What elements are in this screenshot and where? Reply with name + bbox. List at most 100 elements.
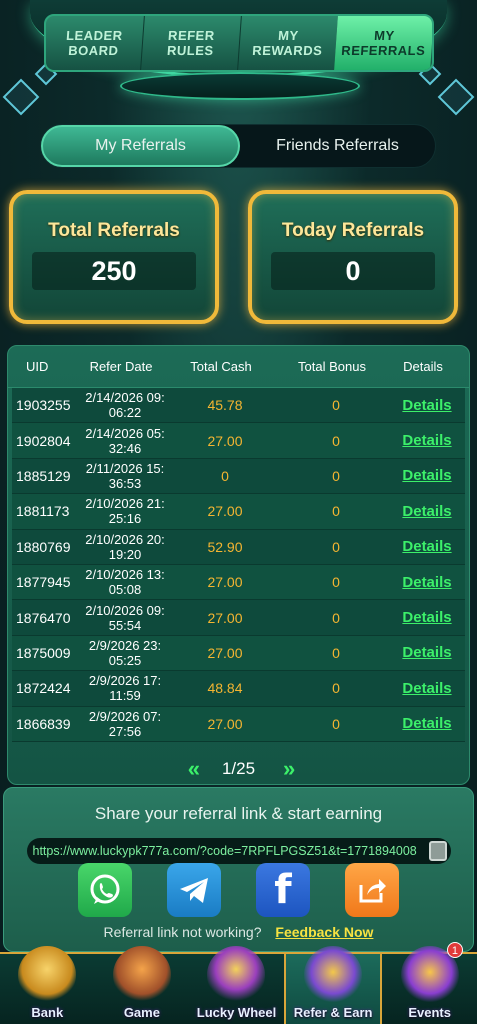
nav-game[interactable]: Game <box>95 946 190 1024</box>
share-external-icon <box>359 879 386 903</box>
row-total-bonus: 0 <box>332 467 340 484</box>
telegram-icon <box>180 878 208 903</box>
row-refer-date: 2/14/2026 05: 32:46 <box>85 425 165 456</box>
header-ring <box>120 72 360 100</box>
row-total-bonus: 0 <box>332 715 340 732</box>
row-total-bonus: 0 <box>332 609 340 626</box>
feedback-now-link[interactable]: Feedback Now <box>275 924 373 940</box>
table-row: 1881173 2/10/2026 21: 25:16 27.00 0 Details <box>12 494 465 530</box>
whatsapp-button[interactable] <box>78 863 132 917</box>
share-external-button[interactable] <box>345 863 399 917</box>
row-refer-date: 2/11/2026 15: 36:53 <box>85 460 165 491</box>
next-page-icon[interactable]: » <box>283 756 296 782</box>
row-total-cash: 27.00 <box>207 715 243 732</box>
row-details-link[interactable]: Details <box>392 503 462 520</box>
facebook-icon: f <box>274 867 292 913</box>
row-details-link[interactable]: Details <box>392 715 462 732</box>
total-referrals-title: Total Referrals <box>48 220 180 241</box>
nav-label-refer-earn: Refer & Earn <box>293 1005 373 1020</box>
copy-icon[interactable] <box>428 841 447 861</box>
today-referrals-title: Today Referrals <box>281 220 425 241</box>
row-total-cash: 27.00 <box>207 609 243 626</box>
row-details-link[interactable]: Details <box>392 609 462 626</box>
table-row: 1876470 2/10/2026 09: 55:54 27.00 0 Details <box>12 600 465 636</box>
row-total-cash: 48.84 <box>207 680 243 697</box>
top-tabs: LEADER BOARD REFER RULES MY REWARDS MY R… <box>44 14 434 72</box>
row-details-link[interactable]: Details <box>392 432 462 449</box>
row-total-bonus: 0 <box>332 680 340 697</box>
referrals-table-panel: UID Refer Date Total Cash Total Bonus De… <box>7 345 470 785</box>
tab-my-referrals[interactable]: MY REFERRALS <box>334 16 432 70</box>
nav-events[interactable]: 1 Events <box>382 942 477 1024</box>
today-referrals-card: Today Referrals 0 <box>248 190 458 324</box>
tab-my-rewards[interactable]: MY REWARDS <box>237 16 339 70</box>
refer-earn-icon <box>304 946 363 1004</box>
page-indicator: 1/25 <box>221 759 256 778</box>
row-refer-date: 2/10/2026 09: 55:54 <box>85 602 165 633</box>
row-refer-date: 2/10/2026 20: 19:20 <box>85 531 165 562</box>
row-total-bonus: 0 <box>332 503 340 520</box>
table-row: 1903255 2/14/2026 09: 06:22 45.78 0 Details <box>12 388 465 424</box>
referral-link-field[interactable]: https://www.luckypk777a.com/?code=7RPFLP… <box>26 838 451 864</box>
nav-refer-earn[interactable]: Refer & Earn <box>283 946 383 1024</box>
row-details-link[interactable]: Details <box>392 467 462 484</box>
my-referrals-button[interactable]: My Referrals <box>41 125 240 167</box>
nav-lucky-wheel[interactable]: Lucky Wheel <box>189 946 284 1024</box>
table-row: 1902804 2/14/2026 05: 32:46 27.00 0 Details <box>12 423 465 459</box>
header-details: Details <box>403 359 443 374</box>
row-details-link[interactable]: Details <box>392 397 462 414</box>
row-total-bonus: 0 <box>332 538 340 555</box>
slot-machine-icon <box>112 946 171 1004</box>
tab-leaderboard[interactable]: LEADER BOARD <box>46 16 145 70</box>
row-total-cash: 27.00 <box>207 503 243 520</box>
whatsapp-icon <box>90 874 120 904</box>
tab-refer-rules[interactable]: REFER RULES <box>140 16 242 70</box>
table-row: 1885129 2/11/2026 15: 36:53 0 0 Details <box>12 458 465 495</box>
facebook-button[interactable]: f <box>256 863 310 917</box>
row-total-cash: 27.00 <box>207 644 243 661</box>
row-details-link[interactable]: Details <box>392 680 462 697</box>
row-details-link[interactable]: Details <box>392 644 462 661</box>
row-uid: 1872424 <box>16 680 71 697</box>
row-total-cash: 27.00 <box>207 574 243 591</box>
table-row: 1875009 2/9/2026 23: 05:25 27.00 0 Details <box>12 635 465 672</box>
row-total-bonus: 0 <box>332 574 340 591</box>
nav-bank[interactable]: Bank <box>0 946 95 1024</box>
row-details-link[interactable]: Details <box>392 574 462 591</box>
row-refer-date: 2/10/2026 21: 25:16 <box>85 496 165 527</box>
total-referrals-card: Total Referrals 250 <box>9 190 219 324</box>
row-uid: 1902804 <box>16 432 71 449</box>
link-not-working-text: Referral link not working? <box>103 924 262 940</box>
row-total-cash: 52.90 <box>207 538 243 555</box>
prev-page-icon[interactable]: « <box>188 756 201 782</box>
row-details-link[interactable]: Details <box>392 538 462 555</box>
row-total-cash: 27.00 <box>207 432 243 449</box>
header-total-cash: Total Cash <box>190 359 252 374</box>
friends-referrals-button[interactable]: Friends Referrals <box>240 125 435 167</box>
row-total-cash: 45.78 <box>207 397 243 414</box>
bottom-nav: Bank Game Lucky Wheel Refer & Earn 1 Eve… <box>0 942 477 1024</box>
header-uid: UID <box>26 359 49 374</box>
feedback-line: Referral link not working? Feedback Now <box>4 924 473 940</box>
nav-label-lucky-wheel: Lucky Wheel <box>196 1005 277 1020</box>
table-row: 1877945 2/10/2026 13: 05:08 27.00 0 Details <box>12 564 465 601</box>
refer-earn-page: LEADER BOARD REFER RULES MY REWARDS MY R… <box>0 0 477 1024</box>
total-referrals-value: 250 <box>32 252 196 290</box>
row-total-cash: 0 <box>221 467 229 484</box>
header-total-bonus: Total Bonus <box>298 359 366 374</box>
nav-label-bank: Bank <box>31 1005 64 1020</box>
row-total-bonus: 0 <box>332 644 340 661</box>
wheel-icon <box>207 946 266 1004</box>
table-row: 1872424 2/9/2026 17: 11:59 48.84 0 Details <box>12 671 465 707</box>
telegram-button[interactable] <box>167 863 221 917</box>
row-refer-date: 2/14/2026 09: 06:22 <box>85 390 165 421</box>
row-refer-date: 2/9/2026 07: 27:56 <box>88 708 162 739</box>
referrals-toggle: My Referrals Friends Referrals <box>40 124 436 168</box>
row-refer-date: 2/9/2026 23: 05:25 <box>88 637 162 668</box>
nav-label-game: Game <box>123 1005 160 1020</box>
row-uid: 1866839 <box>16 715 71 732</box>
share-panel: Share your referral link & start earning… <box>3 787 474 952</box>
row-refer-date: 2/9/2026 17: 11:59 <box>88 673 162 704</box>
share-title: Share your referral link & start earning <box>94 804 383 823</box>
table-body: 1903255 2/14/2026 09: 06:22 45.78 0 Details 1… <box>12 388 465 742</box>
